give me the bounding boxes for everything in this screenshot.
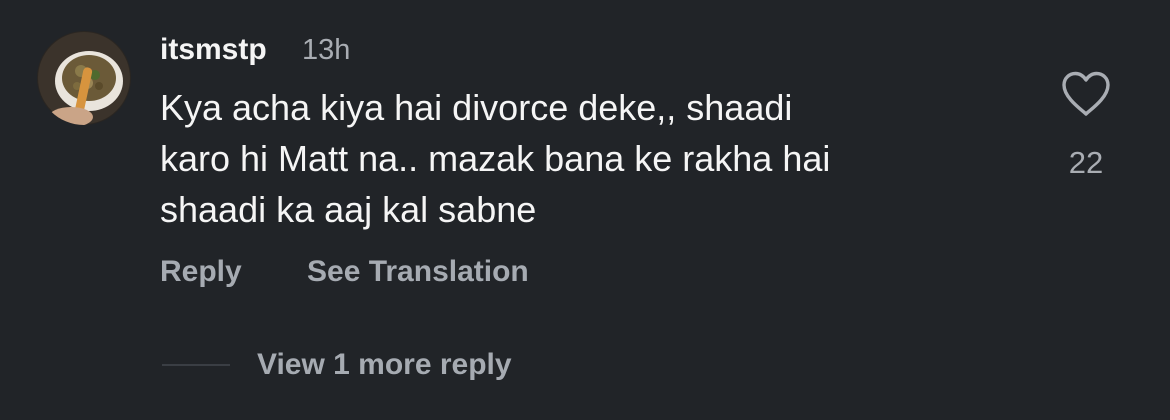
timestamp: 13h (302, 34, 351, 66)
view-more-replies-button[interactable]: View 1 more reply (257, 344, 512, 386)
reply-button[interactable]: Reply (160, 251, 242, 293)
avatar[interactable] (37, 31, 131, 125)
comment-line: Kya acha kiya hai divorce deke,, shaadi (160, 87, 793, 128)
username[interactable]: itsmstp (160, 30, 267, 70)
replies-divider (162, 364, 230, 366)
heart-outline-icon (1062, 71, 1110, 116)
see-translation-button[interactable]: See Translation (307, 251, 529, 293)
comment-text: Kya acha kiya hai divorce deke,, shaadi … (160, 82, 1020, 235)
avatar-photo (37, 31, 131, 125)
like-button[interactable] (1060, 70, 1112, 118)
comment-line: karo hi Matt na.. mazak bana ke rakha ha… (160, 138, 831, 179)
like-count: 22 (1068, 145, 1104, 180)
comment-line: shaadi ka aaj kal sabne (160, 189, 537, 230)
